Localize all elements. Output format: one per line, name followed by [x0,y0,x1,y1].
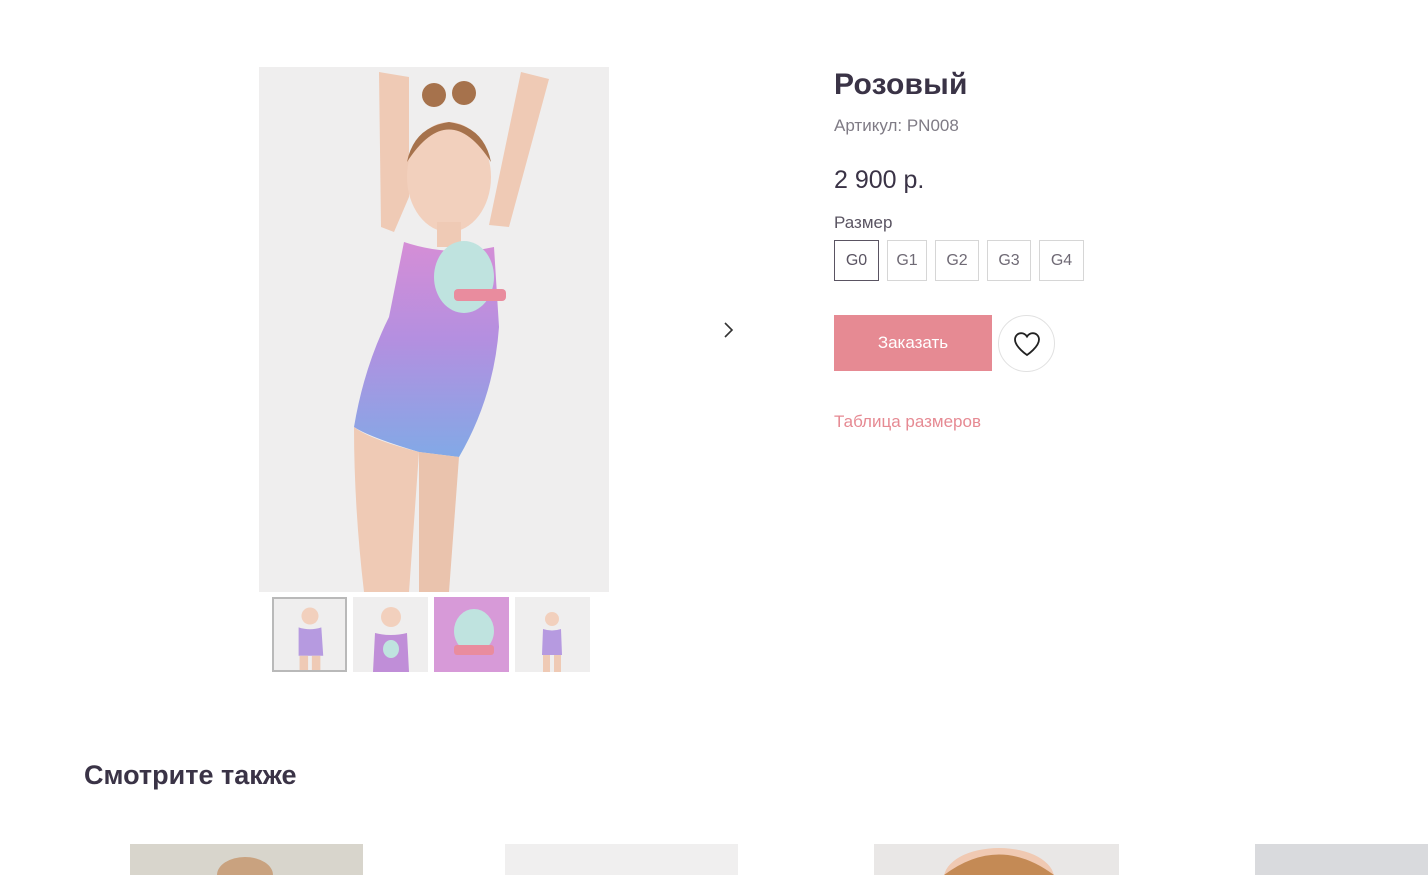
thumbnail-image [353,597,428,672]
related-product-image [1255,844,1428,875]
size-option-g3[interactable]: G3 [987,240,1031,281]
product-photo-illustration [259,67,609,592]
gallery-thumbnail[interactable] [272,597,347,672]
size-option-g1[interactable]: G1 [887,240,927,281]
size-option-g2[interactable]: G2 [935,240,979,281]
gallery-thumbnail[interactable] [434,597,509,672]
related-product-image [874,844,1119,875]
related-product-card[interactable] [874,844,1119,875]
related-product-card[interactable] [505,844,738,875]
thumbnail-image [515,597,590,672]
thumbnail-image [274,599,345,670]
main-product-photo[interactable] [259,67,609,592]
related-product-card[interactable] [1255,844,1428,875]
chevron-right-icon [724,322,734,338]
gallery-next-button[interactable] [716,316,742,344]
size-table-link[interactable]: Таблица размеров [834,412,981,432]
related-product-image [130,844,363,875]
order-button[interactable]: Заказать [834,315,992,371]
gallery-thumbnail[interactable] [515,597,590,672]
heart-icon [1013,331,1040,356]
size-selector: G0 G1 G2 G3 G4 [834,240,1084,281]
thumbnail-image [434,597,509,672]
favorite-button[interactable] [998,315,1055,372]
gallery-thumbnails [272,597,590,672]
size-label: Размер [834,213,893,232]
related-product-card[interactable] [130,844,363,875]
product-price: 2 900 р. [834,166,925,194]
product-title: Розовый [834,68,968,101]
related-product-image [505,844,738,875]
gallery-thumbnail[interactable] [353,597,428,672]
size-option-g4[interactable]: G4 [1039,240,1084,281]
size-option-g0[interactable]: G0 [834,240,879,281]
product-sku: Артикул: PN008 [834,116,959,135]
see-also-title: Смотрите также [84,760,297,790]
